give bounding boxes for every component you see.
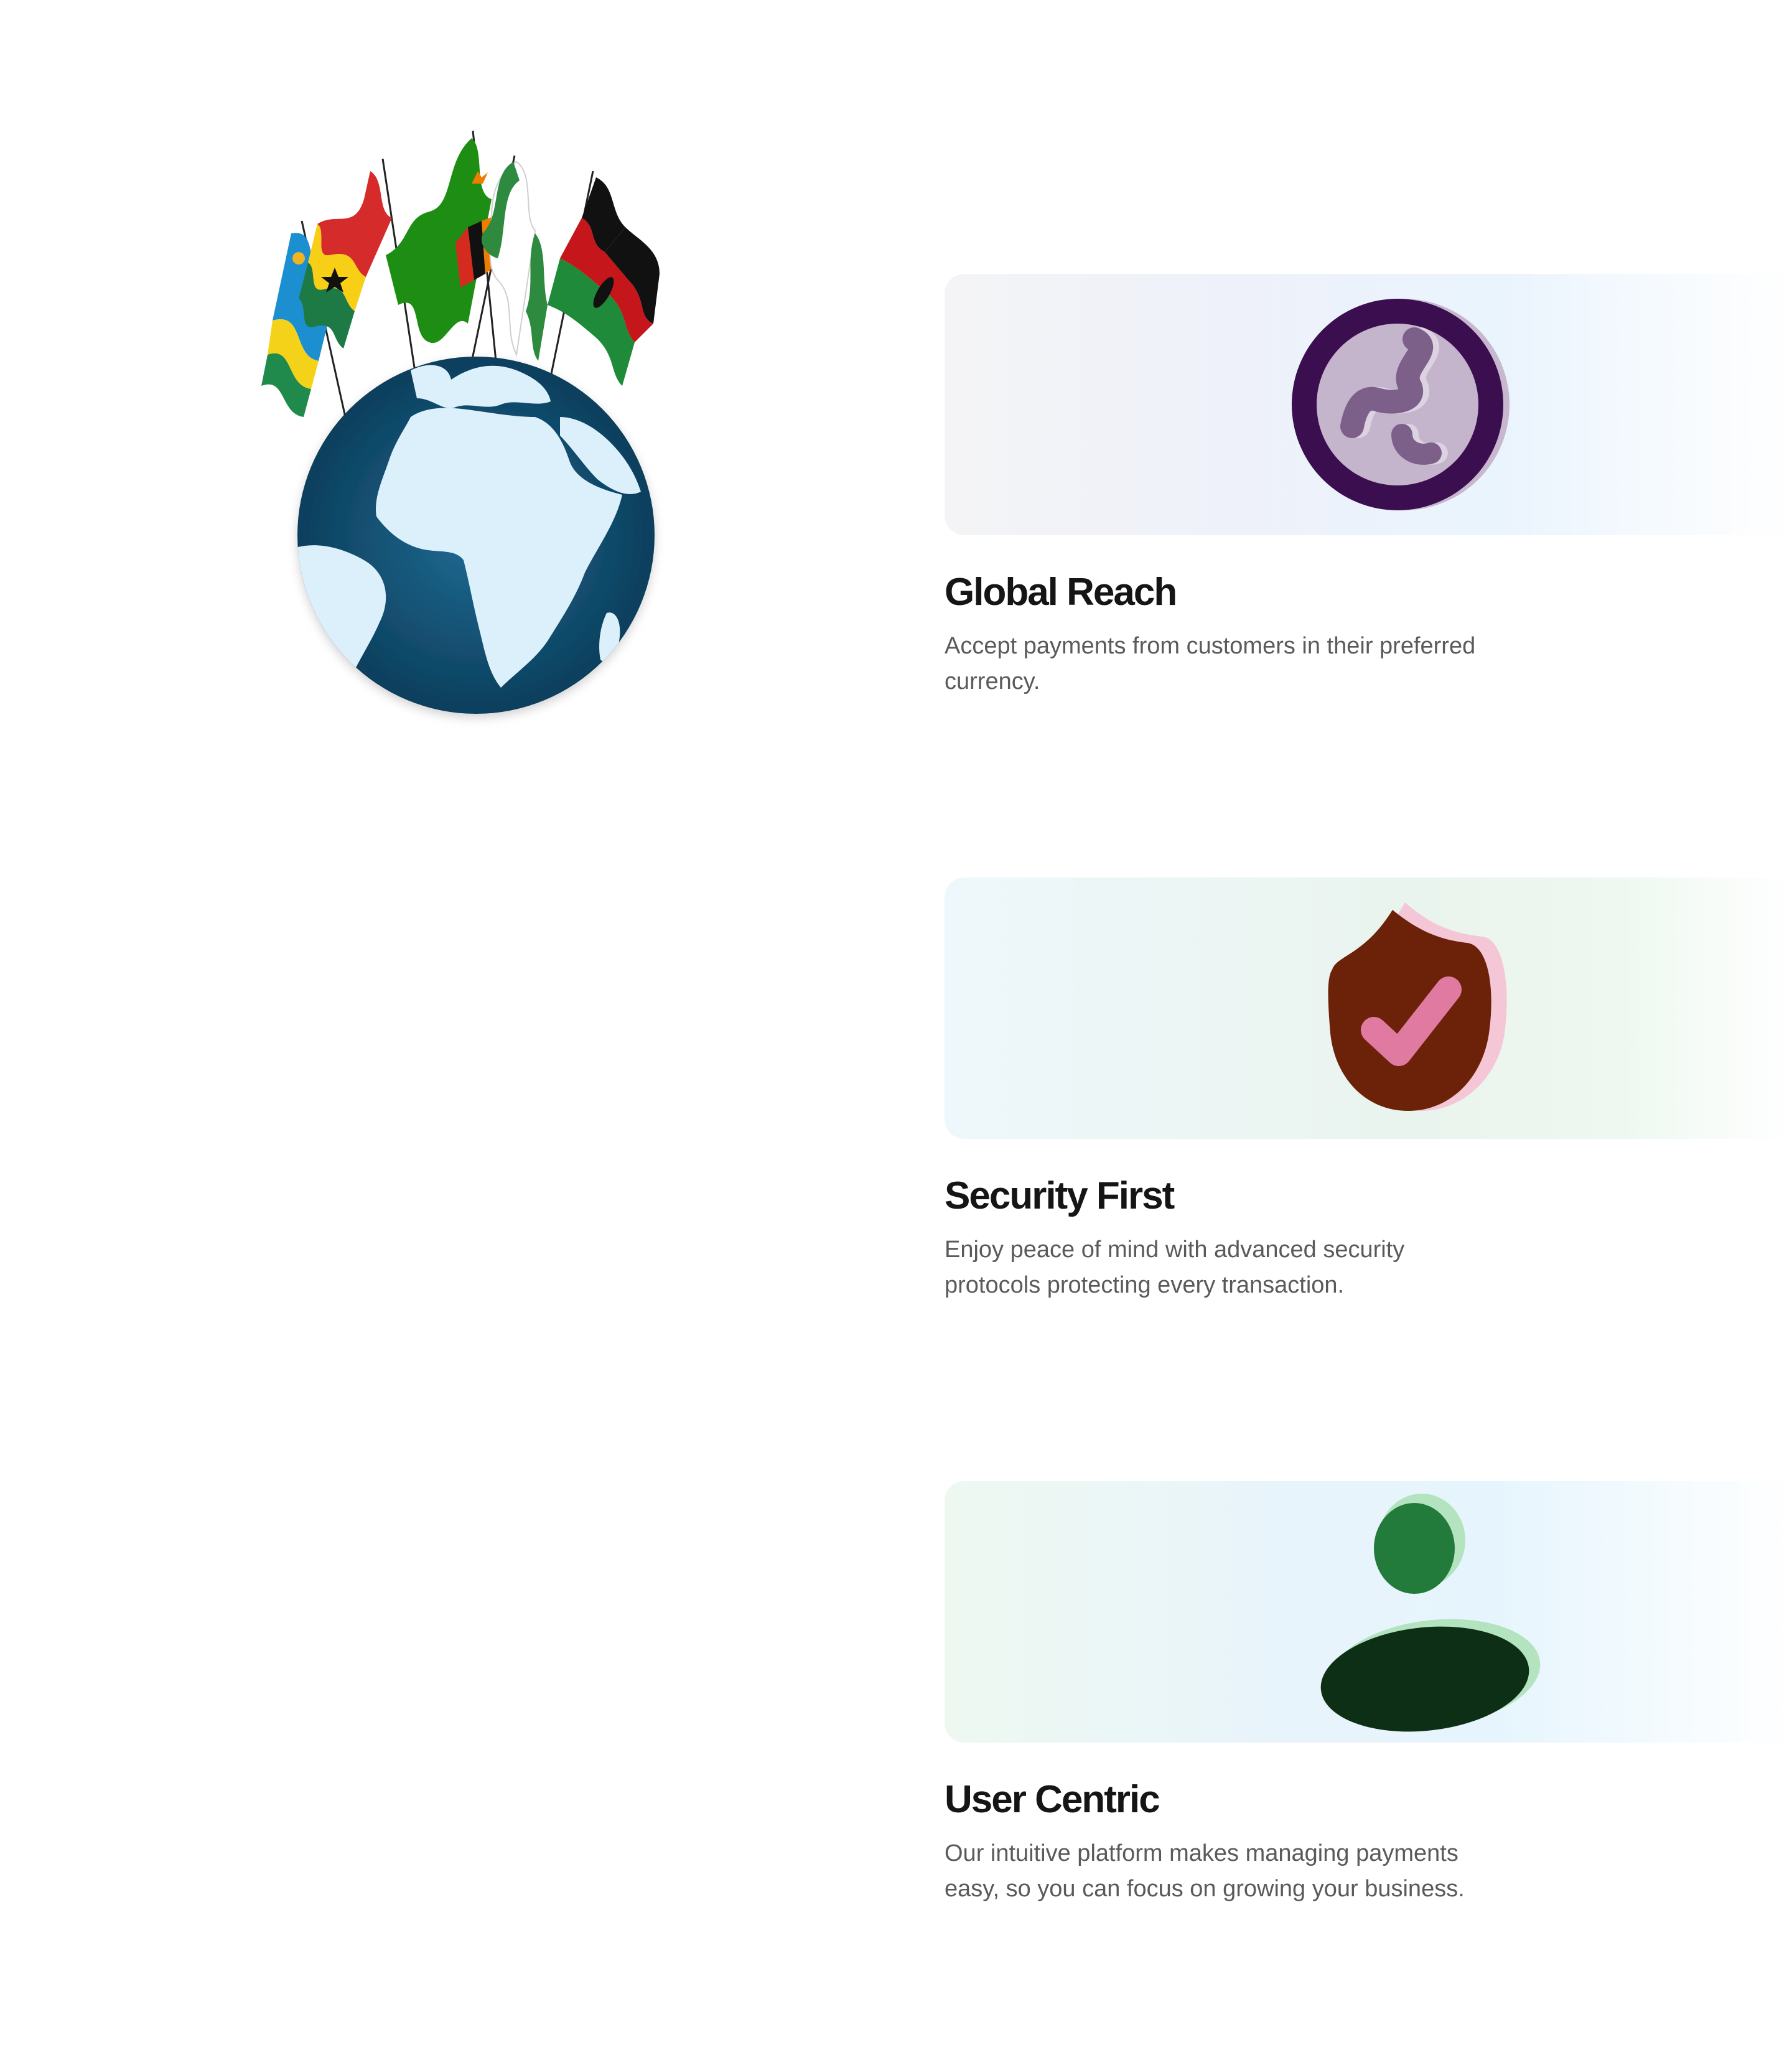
feature-card [945,1481,1792,1743]
globe-swirl-icon [1292,299,1510,510]
feature-description: Enjoy peace of mind with advanced securi… [945,1237,1405,1299]
shield-check-icon [1328,902,1507,1111]
feature-description: Accept payments from customers in their … [945,633,1476,695]
feature-title: Security First [945,1174,1175,1217]
feature-security-first: Security First Enjoy peace of mind with … [945,878,1792,1303]
globe-with-african-flags-icon [261,130,660,714]
feature-title: User Centric [945,1778,1160,1821]
feature-card [945,878,1792,1139]
feature-title: Global Reach [945,571,1177,614]
feature-description: Our intuitive platform makes managing pa… [945,1840,1465,1903]
globe-with-flags-illustration [224,124,684,734]
feature-user-centric: User Centric Our intuitive platform make… [945,1481,1792,1907]
nigeria-flag-icon [481,161,548,361]
user-icon [1320,1494,1541,1732]
feature-global-reach: Global Reach Accept payments from custom… [945,274,1792,700]
zambia-flag-icon [386,138,493,344]
ghana-flag-icon [299,171,392,349]
feature-card [945,274,1792,535]
kenya-flag-icon [548,177,660,386]
